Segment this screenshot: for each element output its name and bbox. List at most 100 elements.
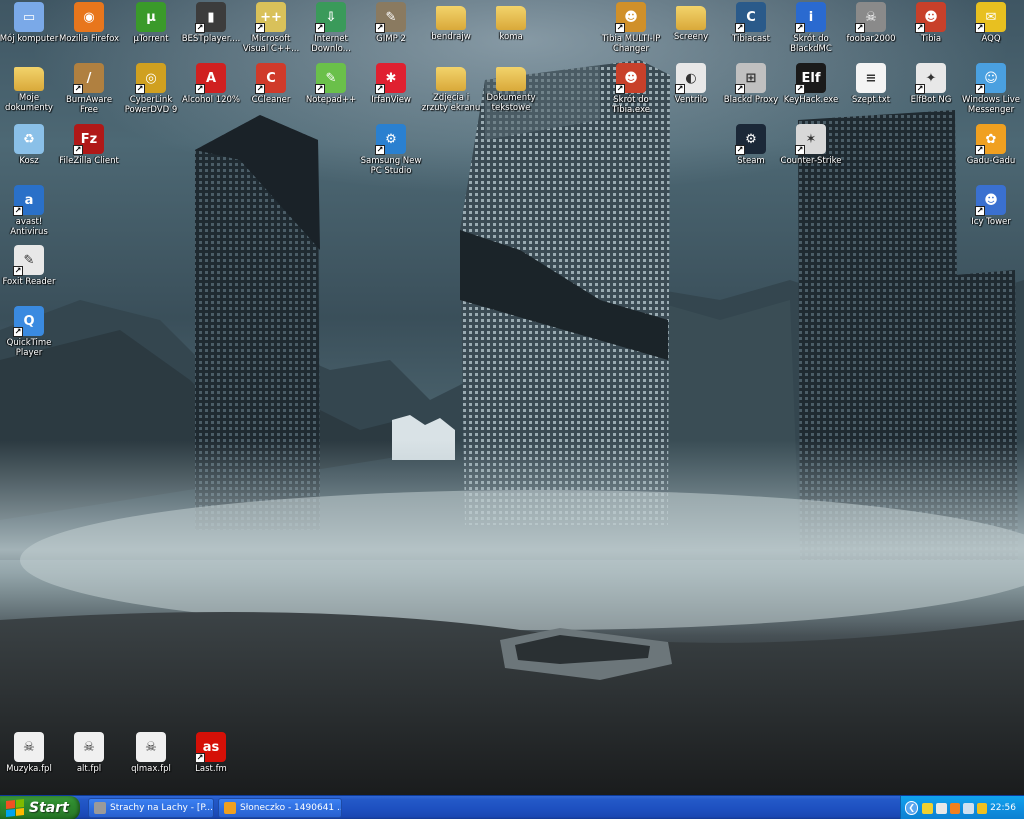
quicktime-icon: Q ↗ [13, 306, 44, 337]
desktop-icon[interactable]: Fz ↗ FileZilla Client [50, 124, 128, 182]
shortcut-arrow-icon: ↗ [195, 753, 205, 763]
desktop-icon-label: Tibia [920, 34, 942, 44]
volume-tray-icon[interactable] [935, 802, 947, 814]
desktop-icon[interactable]: ☻ ↗ Icy Tower [952, 185, 1024, 243]
desktop-icon-label: foobar2000 [846, 34, 896, 44]
desktop-icon[interactable]: as ↗ Last.fm [172, 732, 250, 790]
internet-download-icon: ⇩ ↗ [315, 2, 346, 33]
tray-expand-chevron-icon[interactable]: ❮ [905, 801, 919, 815]
tibia-icon: ☻ ↗ [615, 63, 646, 94]
desktop-icon[interactable]: koma [472, 2, 550, 60]
samsung-icon: ⚙ ↗ [375, 124, 406, 155]
desktop-icon-label: Moje dokumenty [5, 93, 53, 113]
icy-tower-icon: ☻ ↗ [975, 185, 1006, 216]
gadu-gadu-task-icon [224, 802, 236, 814]
windows-logo-icon [6, 799, 24, 817]
notepad-plus-icon: ✎ ↗ [315, 63, 346, 94]
desktop-icon-label: Skrót do BlackdMC [790, 34, 832, 54]
taskbar-button-gadu-gadu[interactable]: Słoneczko - 1490641 ... [218, 798, 342, 818]
desktop-icon-label: bendrajw [431, 32, 471, 42]
desktop-icon-label: koma [499, 32, 523, 42]
shortcut-arrow-icon: ↗ [315, 84, 325, 94]
tray-clock[interactable]: 22:56 [990, 803, 1016, 813]
shortcut-arrow-icon: ↗ [855, 23, 865, 33]
desktop-icon-label: Skrót do Tibia.exe [611, 95, 651, 115]
desktop-icon-label: Gadu-Gadu [966, 156, 1016, 166]
ventrilo-icon: ◐ ↗ [675, 63, 706, 94]
desktop-icon-label: KeyHack.exe [783, 95, 839, 105]
taskbar-button-foobar[interactable]: Strachy na Lachy - [P... [88, 798, 214, 818]
desktop-icon-label: Windows Live Messenger [961, 95, 1020, 115]
desktop-icon-label: ElfBot NG [910, 95, 952, 105]
desktop-icon[interactable]: ✿ ↗ Gadu-Gadu [952, 124, 1024, 182]
shortcut-arrow-icon: ↗ [735, 23, 745, 33]
shortcut-arrow-icon: ↗ [135, 84, 145, 94]
playlist-file-icon: ☠ [74, 732, 104, 762]
desktop-icon-label: AQQ [981, 34, 1001, 44]
network-tray-icon[interactable] [963, 802, 974, 814]
tibia-icon: ☻ ↗ [915, 2, 946, 33]
elfbot-tray-icon[interactable] [922, 802, 933, 814]
firefox-icon: ◉ [74, 2, 104, 32]
elf-bot-icon: Elf ↗ [795, 63, 826, 94]
desktop-icon[interactable]: ☺ ↗ Windows Live Messenger [952, 63, 1024, 121]
shortcut-arrow-icon: ↗ [73, 84, 83, 94]
desktop-icon[interactable]: ✎ ↗ Foxit Reader [0, 245, 68, 303]
folder-icon [436, 6, 466, 30]
desktop-icon-label: Szept.txt [851, 95, 891, 105]
shortcut-arrow-icon: ↗ [375, 84, 385, 94]
shortcut-arrow-icon: ↗ [795, 145, 805, 155]
desktop-icon[interactable]: ✶ ↗ Counter-Strike [772, 124, 850, 182]
gadu-gadu-tray-icon[interactable] [976, 802, 988, 814]
shortcut-arrow-icon: ↗ [975, 145, 985, 155]
avast-icon: a ↗ [13, 185, 44, 216]
desktop-icon-label: Mozilla Firefox [58, 34, 120, 44]
avast-tray-icon[interactable] [949, 802, 961, 814]
skull-icon: ☠ ↗ [855, 2, 886, 33]
desktop-icon-label: GIMP 2 [376, 34, 406, 44]
shortcut-arrow-icon: ↗ [315, 23, 325, 33]
playlist-file-icon: ☠ [136, 732, 166, 762]
tibiacast-icon: C ↗ [735, 2, 766, 33]
shortcut-arrow-icon: ↗ [13, 266, 23, 276]
shortcut-arrow-icon: ↗ [255, 84, 265, 94]
desktop-icon-label: Ventrilo [674, 95, 708, 105]
desktop-icon-label: Dokumenty tekstowe [486, 93, 536, 113]
desktop-icon-label: Internet Downlo... [311, 34, 351, 54]
taskbar-button-label: Strachy na Lachy - [P... [110, 803, 213, 813]
shortcut-arrow-icon: ↗ [615, 23, 625, 33]
lastfm-icon: as ↗ [195, 732, 226, 763]
start-button[interactable]: Start [0, 796, 80, 819]
visual-cpp-icon: ++ ↗ [255, 2, 286, 33]
shortcut-arrow-icon: ↗ [375, 23, 385, 33]
desktop-icon[interactable]: a ↗ avast! Antivirus [0, 185, 68, 243]
desktop-icon-label: avast! Antivirus [10, 217, 48, 237]
recycle-bin-icon: ♻ [14, 124, 44, 154]
info-icon: i ↗ [795, 2, 826, 33]
desktop-icon[interactable]: Dokumenty tekstowe [472, 63, 550, 121]
desktop-icon[interactable]: ✉ ↗ AQQ [952, 2, 1024, 60]
shortcut-arrow-icon: ↗ [975, 84, 985, 94]
taskbar: Start Strachy na Lachy - [P... Słoneczko… [0, 795, 1024, 819]
desktop-icon-label: Kosz [19, 156, 39, 166]
desktop-icon-label: CCleaner [251, 95, 291, 105]
desktop-icon-label: Icy Tower [971, 217, 1011, 227]
desktop-icon-label: QuickTime Player [6, 338, 52, 358]
shortcut-arrow-icon: ↗ [795, 84, 805, 94]
utorrent-icon: µ [136, 2, 166, 32]
foxit-icon: ✎ ↗ [13, 245, 44, 276]
desktop-icon[interactable]: ⚙ ↗ Samsung New PC Studio [352, 124, 430, 182]
desktop-icon[interactable]: Q ↗ QuickTime Player [0, 306, 68, 364]
counter-strike-icon: ✶ ↗ [795, 124, 826, 155]
playlist-file-icon: ☠ [14, 732, 44, 762]
tibia-character-icon: ☻ ↗ [615, 2, 646, 33]
desktop-icon-label: alt.fpl [76, 764, 102, 774]
desktop-icon-label: Steam [737, 156, 765, 166]
start-label: Start [29, 800, 69, 816]
elfbot-ng-icon: ✦ ↗ [915, 63, 946, 94]
desktop-icon-label: Muzyka.fpl [6, 764, 52, 774]
shortcut-arrow-icon: ↗ [375, 145, 385, 155]
shortcut-arrow-icon: ↗ [735, 84, 745, 94]
shortcut-arrow-icon: ↗ [195, 84, 205, 94]
film-icon: ▮ ↗ [195, 2, 226, 33]
